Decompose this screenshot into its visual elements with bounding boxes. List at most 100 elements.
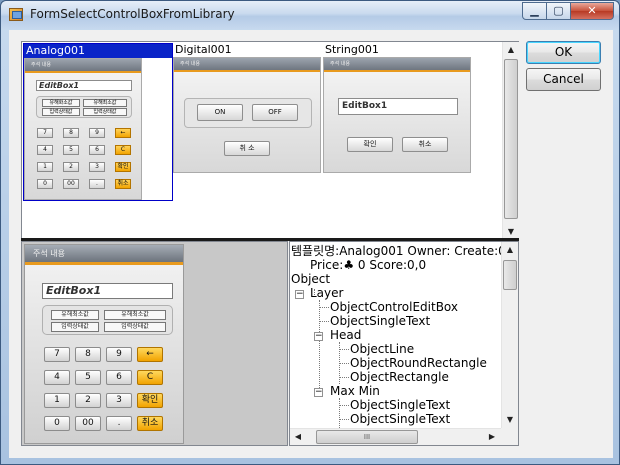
dialog-window: FormSelectControlBoxFromLibrary ▁ ▢ ✕ An…	[0, 0, 620, 465]
app-icon	[9, 8, 23, 21]
preview-keypad-key: 3	[106, 393, 132, 408]
scrollbar-corner	[501, 428, 518, 445]
preview-row2-label: 입력상태값	[51, 322, 99, 332]
preview-keypad-key: .	[106, 416, 132, 431]
thumb-on-button: ON	[197, 104, 243, 121]
tree-horizontal-scrollbar[interactable]: ◀ III ▶	[290, 428, 501, 445]
maximize-button[interactable]: ▢	[546, 2, 571, 20]
thumb-keypad-key: 00	[63, 179, 79, 189]
thumb-row2-label: 입력상태값	[42, 108, 80, 116]
gallery-item-analog001[interactable]: Analog001 주석 내용 EditBox1 유해화소값 유해최소값 입력상…	[23, 43, 173, 201]
preview-keypad-key: 2	[75, 393, 101, 408]
preview-keypad-key: 4	[44, 370, 70, 385]
price-score-line: Price:♣ 0 Score:0,0	[310, 258, 427, 272]
thumb-panel-header: 주석 내용	[174, 58, 320, 72]
thumb-editbox: EditBox1	[36, 80, 132, 91]
thumb-keypad-key: 6	[89, 145, 105, 155]
thumb-keypad-key: C	[115, 145, 131, 155]
title-bar[interactable]: FormSelectControlBoxFromLibrary ▁ ▢ ✕	[1, 1, 619, 29]
tree-node-layer[interactable]: Layer	[310, 286, 343, 300]
tree-guide	[339, 419, 349, 420]
thumb-panel-header: 주석 내용	[324, 58, 470, 72]
preview-row2: 입력상태값 입력상태값	[51, 322, 169, 332]
thumb-confirm-button: 확인	[347, 137, 393, 152]
thumb-editbox: EditBox1	[338, 98, 458, 115]
tree-node-line[interactable]: ObjectLine	[350, 342, 414, 356]
thumb-off-button: OFF	[252, 104, 298, 121]
preview-panel-header: 주석 내용	[25, 245, 183, 265]
thumb-keypad-key: 2	[63, 162, 79, 172]
gallery-item-digital001[interactable]: Digital001 주석 내용 ON OFF 취 소	[173, 43, 323, 201]
gallery-item-string001[interactable]: String001 주석 내용 EditBox1 확인 취소	[323, 43, 473, 201]
thumb-cancel-button: 취 소	[224, 141, 270, 156]
preview-editbox: EditBox1	[42, 283, 173, 299]
template-gallery[interactable]: Analog001 주석 내용 EditBox1 유해화소값 유해최소값 입력상…	[21, 41, 519, 241]
preview-keypad-key: 8	[75, 347, 101, 362]
tree-guide	[339, 349, 349, 350]
thumb-keypad-key: 취소	[115, 179, 131, 189]
tree-guide	[339, 377, 349, 378]
expander-layer-icon[interactable]: −	[295, 290, 304, 299]
tree-node-maxmin-singletext-2[interactable]: ObjectSingleText	[350, 412, 450, 426]
tree-node-singletext[interactable]: ObjectSingleText	[330, 314, 430, 328]
preview-keypad-key: 5	[75, 370, 101, 385]
tree-node-head[interactable]: Head	[330, 328, 361, 342]
preview-keypad-key: ←	[137, 347, 163, 362]
preview-keypad-key: 취소	[137, 416, 163, 431]
tree-guide	[339, 363, 349, 364]
thumb-cancel-button: 취소	[402, 137, 448, 152]
scroll-left-arrow-icon[interactable]: ◀	[290, 429, 306, 445]
thumb-panel-header: 주석 내용	[25, 59, 141, 73]
gallery-scroll-thumb[interactable]	[504, 59, 518, 219]
ok-button[interactable]: OK	[526, 41, 601, 64]
tree-node-maxmin[interactable]: Max Min	[330, 384, 380, 398]
preview-keypad-key: 9	[106, 347, 132, 362]
thumb-value-group: 유해화소값 유해최소값 입력상태값 입력상태값	[36, 96, 132, 118]
preview-keypad-key: 1	[44, 393, 70, 408]
thumb-keypad-key: 8	[63, 128, 79, 138]
scroll-up-arrow-icon[interactable]: ▲	[503, 42, 519, 58]
tree-vscroll-thumb[interactable]	[503, 260, 517, 290]
scroll-down-arrow-icon[interactable]: ▼	[502, 412, 518, 428]
tree-hscroll-thumb[interactable]: III	[316, 430, 418, 444]
analog-thumbnail: 주석 내용 EditBox1 유해화소값 유해최소값 입력상태값 입력상태값 7…	[24, 58, 142, 200]
client-area: Analog001 주석 내용 EditBox1 유해화소값 유해최소값 입력상…	[9, 30, 613, 458]
cancel-button[interactable]: Cancel	[526, 68, 601, 91]
gallery-item-label: Analog001	[24, 44, 172, 58]
thumb-keypad-key: 0	[37, 179, 53, 189]
preview-keypad-key: 00	[75, 416, 101, 431]
gallery-item-label: String001	[325, 43, 379, 56]
thumb-keypad-key: 5	[63, 145, 79, 155]
tree-node-maxmin-singletext[interactable]: ObjectSingleText	[350, 398, 450, 412]
preview-row1-value: 유해최소값	[104, 310, 166, 320]
tree-node-roundrectangle[interactable]: ObjectRoundRectangle	[350, 356, 487, 370]
thumb-keypad-key: 3	[89, 162, 105, 172]
gallery-vertical-scrollbar[interactable]: ▲ ▼	[502, 42, 519, 240]
tree-node-rectangle[interactable]: ObjectRectangle	[350, 370, 449, 384]
tree-node-object[interactable]: Object	[291, 272, 330, 286]
thumb-keypad-key: .	[89, 179, 105, 189]
tree-node-controleditbox[interactable]: ObjectControlEditBox	[330, 300, 458, 314]
thumb-keypad-key: 4	[37, 145, 53, 155]
string-thumbnail: 주석 내용 EditBox1 확인 취소	[323, 57, 471, 173]
preview-row2-value: 입력상태값	[104, 322, 166, 332]
minimize-button[interactable]: ▁	[522, 2, 547, 20]
thumb-keypad-key: 확인	[115, 162, 131, 172]
tree-guide	[319, 321, 329, 322]
preview-row1: 유해최소값 유해최소값	[51, 310, 169, 320]
tree-guide	[319, 300, 320, 390]
thumb-keypad-key: 7	[37, 128, 53, 138]
close-button[interactable]: ✕	[570, 2, 614, 20]
expander-head-icon[interactable]: −	[314, 332, 323, 341]
tree-vertical-scrollbar[interactable]: ▲ ▼	[501, 242, 518, 428]
tree-guide	[339, 398, 340, 428]
thumb-keypad-key: 1	[37, 162, 53, 172]
preview-keypad-key: 0	[44, 416, 70, 431]
thumb-keypad-key: ←	[115, 128, 131, 138]
preview-panel: 주석 내용 EditBox1 유해최소값 유해최소값 입력상태값 입력상태값 7…	[24, 244, 184, 444]
preview-keypad-key: 6	[106, 370, 132, 385]
expander-maxmin-icon[interactable]: −	[314, 388, 323, 397]
scroll-up-arrow-icon[interactable]: ▲	[502, 242, 518, 258]
object-tree[interactable]: 템플릿명:Analog001 Owner: Create:0 Price:♣ 0…	[289, 241, 519, 446]
scroll-right-arrow-icon[interactable]: ▶	[484, 429, 500, 445]
